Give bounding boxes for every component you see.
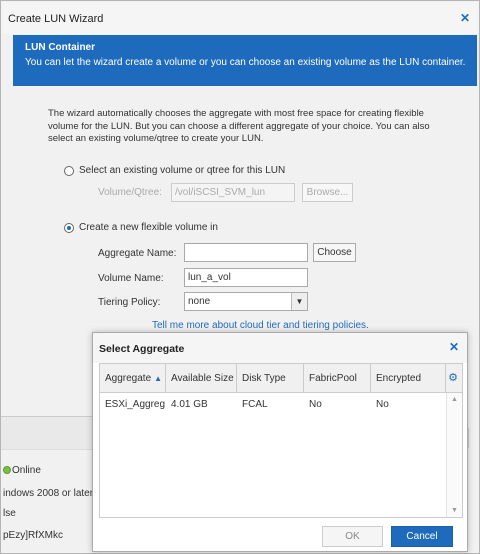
- tiering-policy-value: none: [188, 296, 211, 307]
- aggregate-name-label: Aggregate Name:: [98, 248, 177, 259]
- cell-disk-type: FCAL: [242, 399, 268, 410]
- choose-button[interactable]: Choose: [313, 243, 356, 262]
- close-icon[interactable]: ✕: [460, 11, 470, 25]
- select-aggregate-dialog: Select Aggregate ✕ Aggregate ▲ Available …: [92, 332, 468, 552]
- existing-volume-label: Select an existing volume or qtree for t…: [79, 165, 286, 176]
- new-volume-label: Create a new flexible volume in: [79, 222, 218, 233]
- volume-name-label: Volume Name:: [98, 273, 164, 284]
- column-fabricpool[interactable]: FabricPool: [304, 364, 371, 393]
- volume-qtree-field[interactable]: /vol/iSCSI_SVM_lun: [171, 183, 295, 202]
- column-aggregate[interactable]: Aggregate ▲: [100, 364, 166, 393]
- table-scrollbar[interactable]: ▲ ▼: [446, 393, 462, 517]
- dialog-footer: OK Cancel: [93, 520, 467, 551]
- cell-fabricpool: No: [309, 399, 322, 410]
- column-aggregate-label: Aggregate: [105, 373, 152, 384]
- banner-title: LUN Container: [25, 42, 95, 53]
- background-panel-divider: [1, 416, 93, 450]
- new-volume-radio[interactable]: [64, 223, 74, 233]
- cloud-tier-link[interactable]: Tell me more about cloud tier and tierin…: [152, 320, 369, 331]
- tiering-policy-label: Tiering Policy:: [98, 297, 161, 308]
- ok-button[interactable]: OK: [322, 526, 383, 547]
- volume-qtree-label: Volume/Qtree:: [98, 187, 162, 198]
- background-status-text: Online: [12, 465, 41, 476]
- status-online-icon: [3, 466, 11, 474]
- intro-text: The wizard automatically chooses the agg…: [48, 108, 430, 144]
- banner-description: You can let the wizard create a volume o…: [25, 57, 466, 68]
- existing-volume-radio[interactable]: [64, 166, 74, 176]
- table-header: Aggregate ▲ Available Size Disk Type Fabr…: [100, 364, 462, 393]
- close-icon[interactable]: ✕: [449, 340, 459, 354]
- chevron-down-icon[interactable]: ▼: [291, 293, 307, 310]
- wizard-title: Create LUN Wizard: [8, 13, 104, 25]
- gear-icon[interactable]: ⚙: [447, 372, 459, 384]
- create-lun-wizard-window: Create LUN Wizard ✕ LUN Container You ca…: [0, 0, 480, 554]
- scroll-up-icon[interactable]: ▲: [451, 396, 458, 403]
- column-available-size[interactable]: Available Size: [166, 364, 237, 393]
- dialog-header: Select Aggregate ✕: [93, 333, 467, 363]
- wizard-titlebar: Create LUN Wizard ✕: [2, 2, 478, 34]
- sort-ascending-icon: ▲: [154, 374, 163, 383]
- scroll-down-icon[interactable]: ▼: [451, 507, 458, 514]
- browse-button[interactable]: Browse...: [302, 183, 353, 202]
- aggregate-table: Aggregate ▲ Available Size Disk Type Fabr…: [99, 363, 463, 518]
- background-flag: lse: [3, 508, 16, 519]
- background-os: indows 2008 or later: [3, 488, 94, 499]
- column-encrypted[interactable]: Encrypted: [371, 364, 446, 393]
- background-serial: pEzy]RfXMkc: [3, 530, 64, 541]
- cancel-button[interactable]: Cancel: [391, 526, 453, 547]
- table-row[interactable]: ESXi_Aggreg... 4.01 GB FCAL No No: [100, 393, 446, 417]
- cell-encrypted: No: [376, 399, 389, 410]
- background-status: Online: [3, 465, 41, 476]
- column-disk-type[interactable]: Disk Type: [237, 364, 304, 393]
- dialog-title: Select Aggregate: [99, 343, 185, 355]
- cell-aggregate: ESXi_Aggreg...: [105, 399, 166, 410]
- aggregate-name-field[interactable]: [184, 243, 308, 262]
- volume-name-field[interactable]: lun_a_vol: [184, 268, 308, 287]
- cell-available-size: 4.01 GB: [171, 399, 208, 410]
- step-banner: LUN Container You can let the wizard cre…: [13, 35, 477, 86]
- tiering-policy-select[interactable]: none ▼: [184, 292, 308, 311]
